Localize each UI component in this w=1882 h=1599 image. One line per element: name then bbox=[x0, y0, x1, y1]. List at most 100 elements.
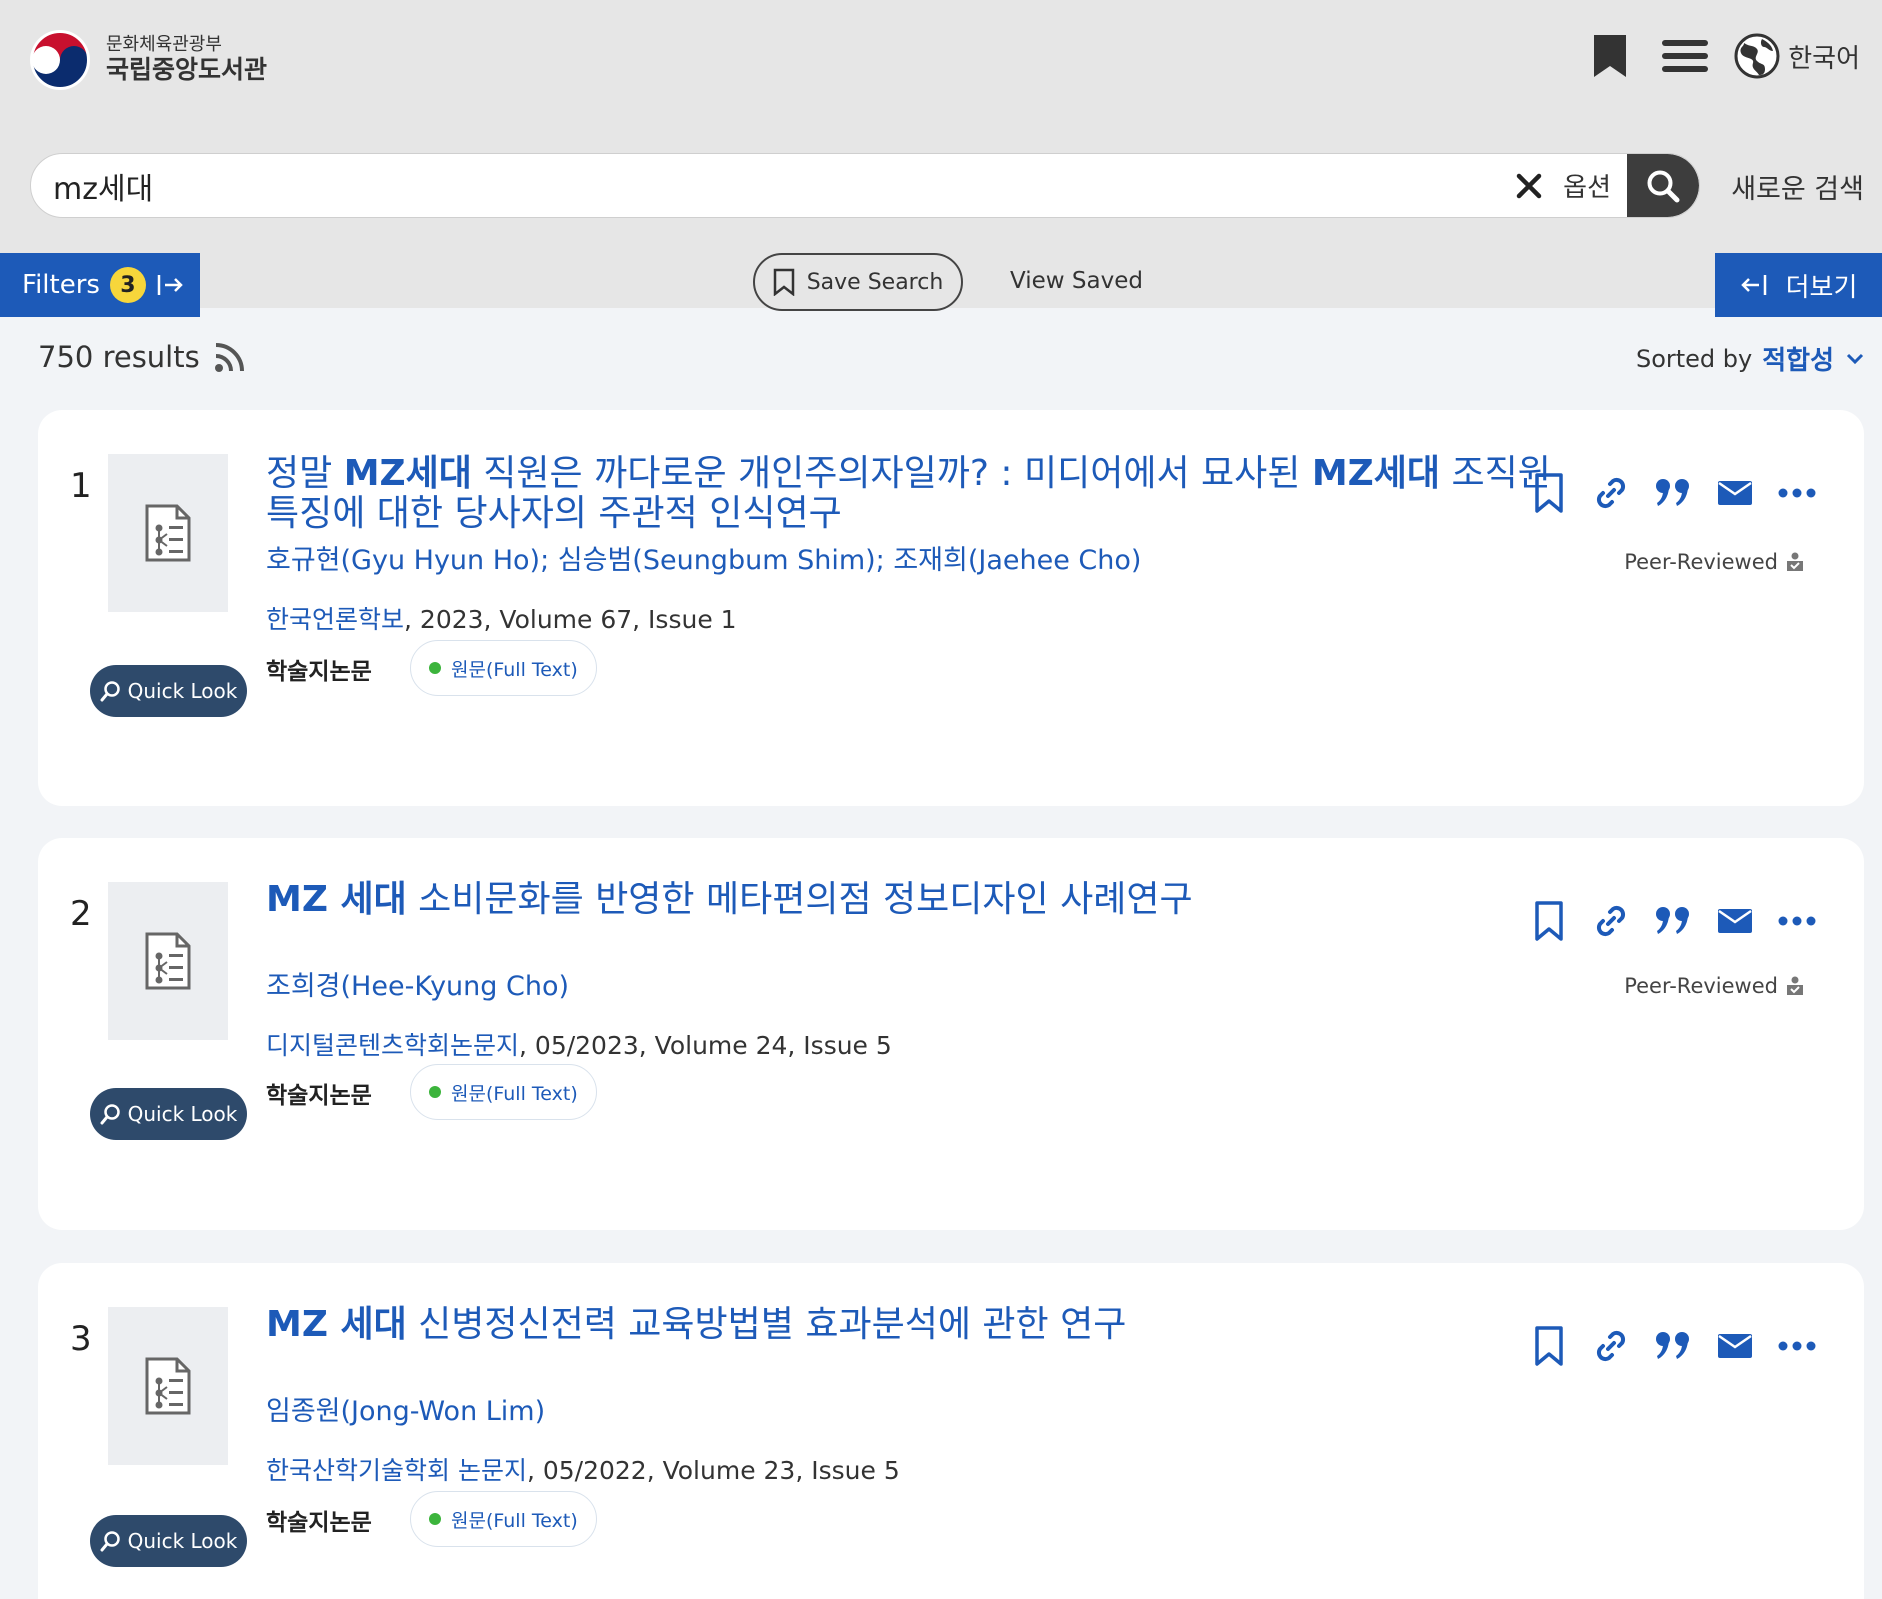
title-highlight: MZ 세대 bbox=[266, 1304, 407, 1345]
new-search-link[interactable]: 새로운 검색 bbox=[1731, 167, 1864, 206]
full-text-button[interactable]: 원문(Full Text) bbox=[410, 1064, 597, 1120]
filters-count-badge: 3 bbox=[109, 267, 146, 303]
result-thumbnail[interactable] bbox=[108, 1307, 228, 1465]
more-actions-button[interactable] bbox=[1766, 468, 1828, 518]
title-highlight: MZ 세대 bbox=[266, 879, 407, 920]
peer-reviewed-label: Peer-Reviewed bbox=[1624, 550, 1804, 574]
title-text: 신병정신전력 교육방법별 효과분석에 관한 연구 bbox=[406, 1304, 1127, 1345]
result-authors[interactable]: 임종원(Jong-Won Lim) bbox=[266, 1389, 545, 1428]
full-text-button[interactable]: 원문(Full Text) bbox=[410, 1491, 597, 1547]
permalink-button[interactable] bbox=[1580, 896, 1642, 946]
result-thumbnail[interactable] bbox=[108, 454, 228, 612]
more-actions-button[interactable] bbox=[1766, 1321, 1828, 1371]
result-actions bbox=[1518, 468, 1828, 518]
bookmark-outline-icon bbox=[1535, 1326, 1563, 1366]
link-icon bbox=[1596, 1330, 1626, 1362]
quote-icon bbox=[1656, 907, 1689, 934]
collapse-left-icon bbox=[1740, 275, 1766, 295]
sort-selector[interactable]: Sorted by 적합성 bbox=[1636, 340, 1864, 377]
search-submit-button[interactable] bbox=[1627, 154, 1699, 217]
content-type: 학술지논문 bbox=[266, 1510, 372, 1536]
envelope-icon bbox=[1718, 481, 1752, 505]
quick-look-button[interactable]: Quick Look bbox=[90, 1515, 247, 1567]
email-button[interactable] bbox=[1704, 896, 1766, 946]
sorted-by-label: Sorted by bbox=[1635, 344, 1753, 373]
title-highlight: MZ세대 bbox=[1311, 453, 1441, 494]
peer-reviewed-icon bbox=[1787, 976, 1803, 995]
magnifier-icon bbox=[100, 1104, 120, 1125]
quick-look-button[interactable]: Quick Look bbox=[90, 1088, 247, 1140]
ministry-name: 문화체육관광부 bbox=[106, 34, 222, 56]
availability-dot bbox=[429, 662, 441, 674]
language-selector[interactable]: 한국어 bbox=[1734, 33, 1860, 79]
bookmark-outline-icon bbox=[1535, 473, 1563, 513]
permalink-button[interactable] bbox=[1580, 1321, 1642, 1371]
quick-look-label: Quick Look bbox=[127, 1102, 238, 1126]
bookmark-icon bbox=[1594, 35, 1627, 77]
cite-button[interactable] bbox=[1642, 896, 1704, 946]
title-text: 직원은 까다로운 개인주의자일까? : 미디어에서 묘사된 bbox=[471, 453, 1312, 494]
result-actions bbox=[1518, 1321, 1828, 1371]
site-logo[interactable]: 문화체육관광부 국립중앙도서관 bbox=[28, 28, 267, 92]
add-to-folder-button[interactable] bbox=[1518, 468, 1580, 518]
rss-icon bbox=[215, 343, 244, 372]
availability-dot bbox=[429, 1513, 441, 1525]
publication-details: , 05/2022, Volume 23, Issue 5 bbox=[526, 1456, 900, 1485]
result-authors[interactable]: 호규현(Gyu Hyun Ho); 심승범(Seungbum Shim); 조재… bbox=[266, 538, 1141, 577]
journal-link[interactable]: 디지털콘텐츠학회논문지 bbox=[266, 1031, 519, 1060]
result-number: 1 bbox=[70, 466, 92, 506]
magnifier-icon bbox=[100, 681, 120, 702]
globe-icon bbox=[1734, 33, 1780, 79]
result-source: 한국산학기술학회 논문지, 05/2022, Volume 23, Issue … bbox=[266, 1451, 900, 1487]
language-label: 한국어 bbox=[1788, 43, 1860, 74]
result-thumbnail[interactable] bbox=[108, 882, 228, 1040]
search-options-button[interactable]: 옵션 bbox=[1553, 167, 1627, 204]
add-to-folder-button[interactable] bbox=[1518, 1321, 1580, 1371]
result-title[interactable]: 정말 MZ세대 직원은 까다로운 개인주의자일까? : 미디어에서 묘사된 MZ… bbox=[266, 454, 1556, 534]
journal-link[interactable]: 한국언론학보 bbox=[266, 605, 404, 634]
more-panel-button[interactable]: 더보기 bbox=[1715, 253, 1882, 317]
publication-details: , 2023, Volume 67, Issue 1 bbox=[404, 605, 737, 634]
journal-link[interactable]: 한국산학기술학회 논문지 bbox=[266, 1456, 527, 1485]
result-title[interactable]: MZ 세대 신병정신전력 교육방법별 효과분석에 관한 연구 bbox=[266, 1305, 1556, 1345]
ellipsis-icon bbox=[1778, 1341, 1816, 1351]
link-icon bbox=[1596, 905, 1626, 937]
cite-button[interactable] bbox=[1642, 1321, 1704, 1371]
view-saved-link[interactable]: View Saved bbox=[1010, 268, 1143, 294]
peer-reviewed-icon bbox=[1787, 552, 1803, 571]
result-title[interactable]: MZ 세대 소비문화를 반영한 메타편의점 정보디자인 사례연구 bbox=[266, 880, 1556, 920]
header-tools: 한국어 bbox=[1584, 28, 1860, 84]
quote-icon bbox=[1656, 479, 1689, 506]
clear-search-button[interactable] bbox=[1505, 162, 1553, 210]
library-name: 국립중앙도서관 bbox=[106, 54, 268, 84]
result-actions bbox=[1518, 896, 1828, 946]
permalink-button[interactable] bbox=[1580, 468, 1642, 518]
document-icon bbox=[145, 932, 191, 990]
save-search-label: Save Search bbox=[806, 269, 944, 295]
search-icon bbox=[1647, 170, 1680, 202]
document-icon bbox=[145, 1357, 191, 1415]
result-authors[interactable]: 조희경(Hee-Kyung Cho) bbox=[266, 964, 569, 1003]
menu-button[interactable] bbox=[1650, 28, 1720, 84]
more-label: 더보기 bbox=[1785, 272, 1858, 303]
result-number: 2 bbox=[70, 894, 92, 934]
content-type: 학술지논문 bbox=[266, 1083, 372, 1109]
peer-reviewed-label: Peer-Reviewed bbox=[1624, 974, 1804, 998]
quick-look-label: Quick Look bbox=[127, 1529, 238, 1553]
search-input[interactable] bbox=[31, 154, 1506, 217]
full-text-label: 원문(Full Text) bbox=[451, 1509, 578, 1532]
save-search-button[interactable]: Save Search bbox=[753, 253, 963, 311]
more-actions-button[interactable] bbox=[1766, 896, 1828, 946]
full-text-button[interactable]: 원문(Full Text) bbox=[410, 640, 597, 696]
quick-look-button[interactable]: Quick Look bbox=[90, 665, 247, 717]
full-text-label: 원문(Full Text) bbox=[451, 1082, 578, 1105]
result-source: 디지털콘텐츠학회논문지, 05/2023, Volume 24, Issue 5 bbox=[266, 1026, 892, 1062]
add-to-folder-button[interactable] bbox=[1518, 896, 1580, 946]
rss-feed-button[interactable] bbox=[213, 340, 247, 378]
bookmark-folder-button[interactable] bbox=[1584, 28, 1636, 84]
email-button[interactable] bbox=[1704, 468, 1766, 518]
cite-button[interactable] bbox=[1642, 468, 1704, 518]
filters-button[interactable]: Filters 3 bbox=[0, 253, 200, 317]
email-button[interactable] bbox=[1704, 1321, 1766, 1371]
sorted-by-value: 적합성 bbox=[1762, 346, 1834, 376]
